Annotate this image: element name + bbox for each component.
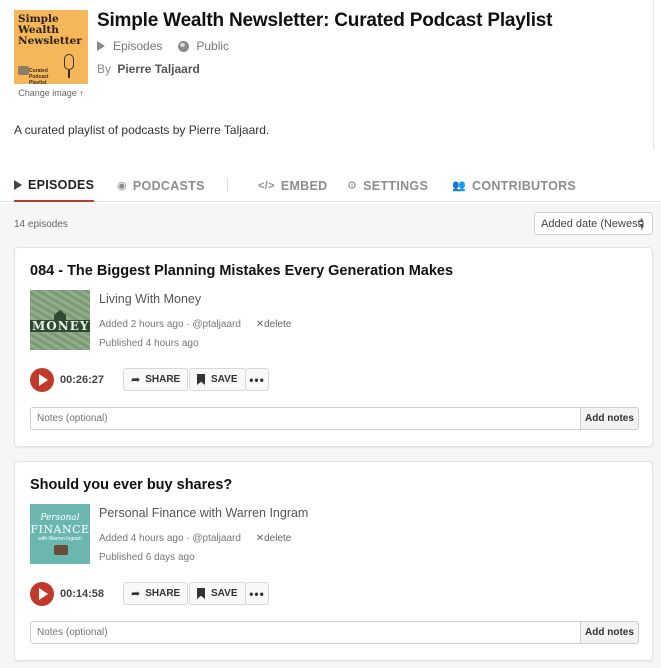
byline: By Pierre Taljaard [97, 62, 200, 76]
podcast-artwork[interactable]: MONEY [30, 290, 90, 350]
share-button[interactable]: ➦ SHARE [123, 368, 189, 391]
playlist-meta: Episodes Public [97, 39, 245, 53]
share-label: SHARE [145, 588, 181, 599]
save-button[interactable]: SAVE [189, 368, 246, 391]
save-label: SAVE [211, 588, 238, 599]
episode-title[interactable]: Should you ever buy shares? [30, 477, 232, 493]
playlist-header: Simple Wealth Newsletter Curated Podcast… [0, 0, 661, 150]
sort-caret-icon: ▲ ▼ [638, 217, 645, 230]
podcast-name[interactable]: Living With Money [99, 292, 201, 306]
playlist-description: A curated playlist of podcasts by Pierre… [14, 123, 270, 137]
sort-value: Added date (Newest) [541, 217, 645, 230]
more-icon: ••• [249, 372, 265, 387]
share-icon: ➦ [131, 374, 141, 386]
artwork-text: MONEY [32, 319, 90, 333]
bookmark-icon [197, 588, 205, 599]
artwork-text: Personal [40, 513, 80, 523]
tab-contributors[interactable]: 👥 CONTRIBUTORS [452, 170, 576, 201]
share-button[interactable]: ➦ SHARE [123, 582, 189, 605]
type-indicator: Episodes [97, 39, 162, 53]
add-notes-button[interactable]: Add notes [581, 621, 639, 644]
globe-icon [178, 40, 190, 52]
episode-title[interactable]: 084 - The Biggest Planning Mistakes Ever… [30, 263, 453, 279]
tab-settings[interactable]: ⚙ SETTINGS [347, 170, 428, 201]
divider [653, 0, 654, 150]
play-icon [14, 180, 22, 190]
delete-link[interactable]: ✕delete [256, 319, 292, 330]
cover-subtitle: Curated Podcast Playlist [29, 68, 49, 84]
tab-label: PODCASTS [132, 178, 205, 193]
added-info: Added 2 hours ago · @ptaljaard ✕delete [99, 319, 291, 330]
tab-bar: EPISODES ◉ PODCASTS </> EMBED ⚙ SETTINGS… [0, 170, 661, 202]
gear-icon: ⚙ [347, 180, 358, 192]
episode-card: 084 - The Biggest Planning Mistakes Ever… [14, 247, 653, 447]
users-icon: 👥 [452, 180, 466, 192]
visibility-label: Public [196, 39, 230, 53]
share-label: SHARE [145, 374, 181, 385]
more-button[interactable]: ••• [245, 368, 269, 391]
more-button[interactable]: ••• [245, 582, 269, 605]
delete-link[interactable]: ✕delete [256, 533, 292, 544]
sort-select[interactable]: Added date (Newest) ▲ ▼ [534, 212, 653, 235]
tab-label: EMBED [280, 178, 328, 193]
podcast-artwork[interactable]: Personal FINANCE with Warren Ingram [30, 504, 90, 564]
wallet-icon [54, 545, 68, 555]
cover-title: Simple Wealth Newsletter [18, 14, 82, 47]
play-button[interactable] [30, 582, 54, 606]
camera-icon [18, 66, 29, 75]
podcast-name[interactable]: Personal Finance with Warren Ingram [99, 506, 308, 520]
visibility-indicator: Public [178, 39, 229, 53]
more-icon: ••• [249, 586, 265, 601]
type-label: Episodes [113, 39, 163, 53]
added-text: Added 2 hours ago · @ptaljaard [99, 319, 241, 330]
added-info: Added 4 hours ago · @ptaljaard ✕delete [99, 533, 291, 544]
change-image-link[interactable]: Change image ↑ [14, 88, 88, 98]
artwork-text: with Warren Ingram [38, 536, 82, 542]
tab-episodes[interactable]: EPISODES [14, 170, 95, 202]
episode-duration: 00:14:58 [60, 588, 105, 600]
tab-label: SETTINGS [363, 178, 429, 193]
tab-separator [227, 178, 228, 192]
episode-count: 14 episodes [14, 219, 68, 230]
arrow-up-icon: ↑ [79, 88, 84, 98]
author-name[interactable]: Pierre Taljaard [117, 62, 200, 76]
cover-title-line: Newsletter [18, 35, 82, 47]
bookmark-icon [197, 374, 205, 385]
play-button[interactable] [30, 368, 54, 392]
episode-card: Should you ever buy shares? Personal FIN… [14, 461, 653, 661]
delete-label: delete [264, 319, 292, 330]
added-text: Added 4 hours ago · @ptaljaard [99, 533, 241, 544]
microphone-icon [64, 54, 74, 78]
save-button[interactable]: SAVE [189, 582, 246, 605]
notes-input[interactable] [30, 407, 581, 430]
by-label: By [97, 62, 112, 76]
add-notes-button[interactable]: Add notes [581, 407, 639, 430]
artwork-text: FINANCE [30, 523, 90, 536]
change-image-label: Change image [18, 88, 77, 98]
tab-label: EPISODES [28, 178, 95, 192]
code-icon: </> [258, 179, 275, 192]
playlist-cover-image[interactable]: Simple Wealth Newsletter Curated Podcast… [14, 10, 88, 84]
tab-label: CONTRIBUTORS [472, 178, 577, 193]
delete-label: delete [264, 533, 292, 544]
podcast-icon: ◉ [117, 180, 127, 192]
share-icon: ➦ [131, 588, 141, 600]
published-date: Published 6 days ago [99, 552, 195, 563]
published-date: Published 4 hours ago [99, 338, 199, 349]
page-title: Simple Wealth Newsletter: Curated Podcas… [97, 10, 553, 31]
tab-podcasts[interactable]: ◉ PODCASTS [117, 170, 205, 201]
tab-embed[interactable]: </> EMBED [258, 170, 327, 201]
save-label: SAVE [211, 374, 238, 385]
play-icon [97, 41, 105, 51]
notes-input[interactable] [30, 621, 581, 644]
episode-duration: 00:26:27 [60, 374, 105, 386]
